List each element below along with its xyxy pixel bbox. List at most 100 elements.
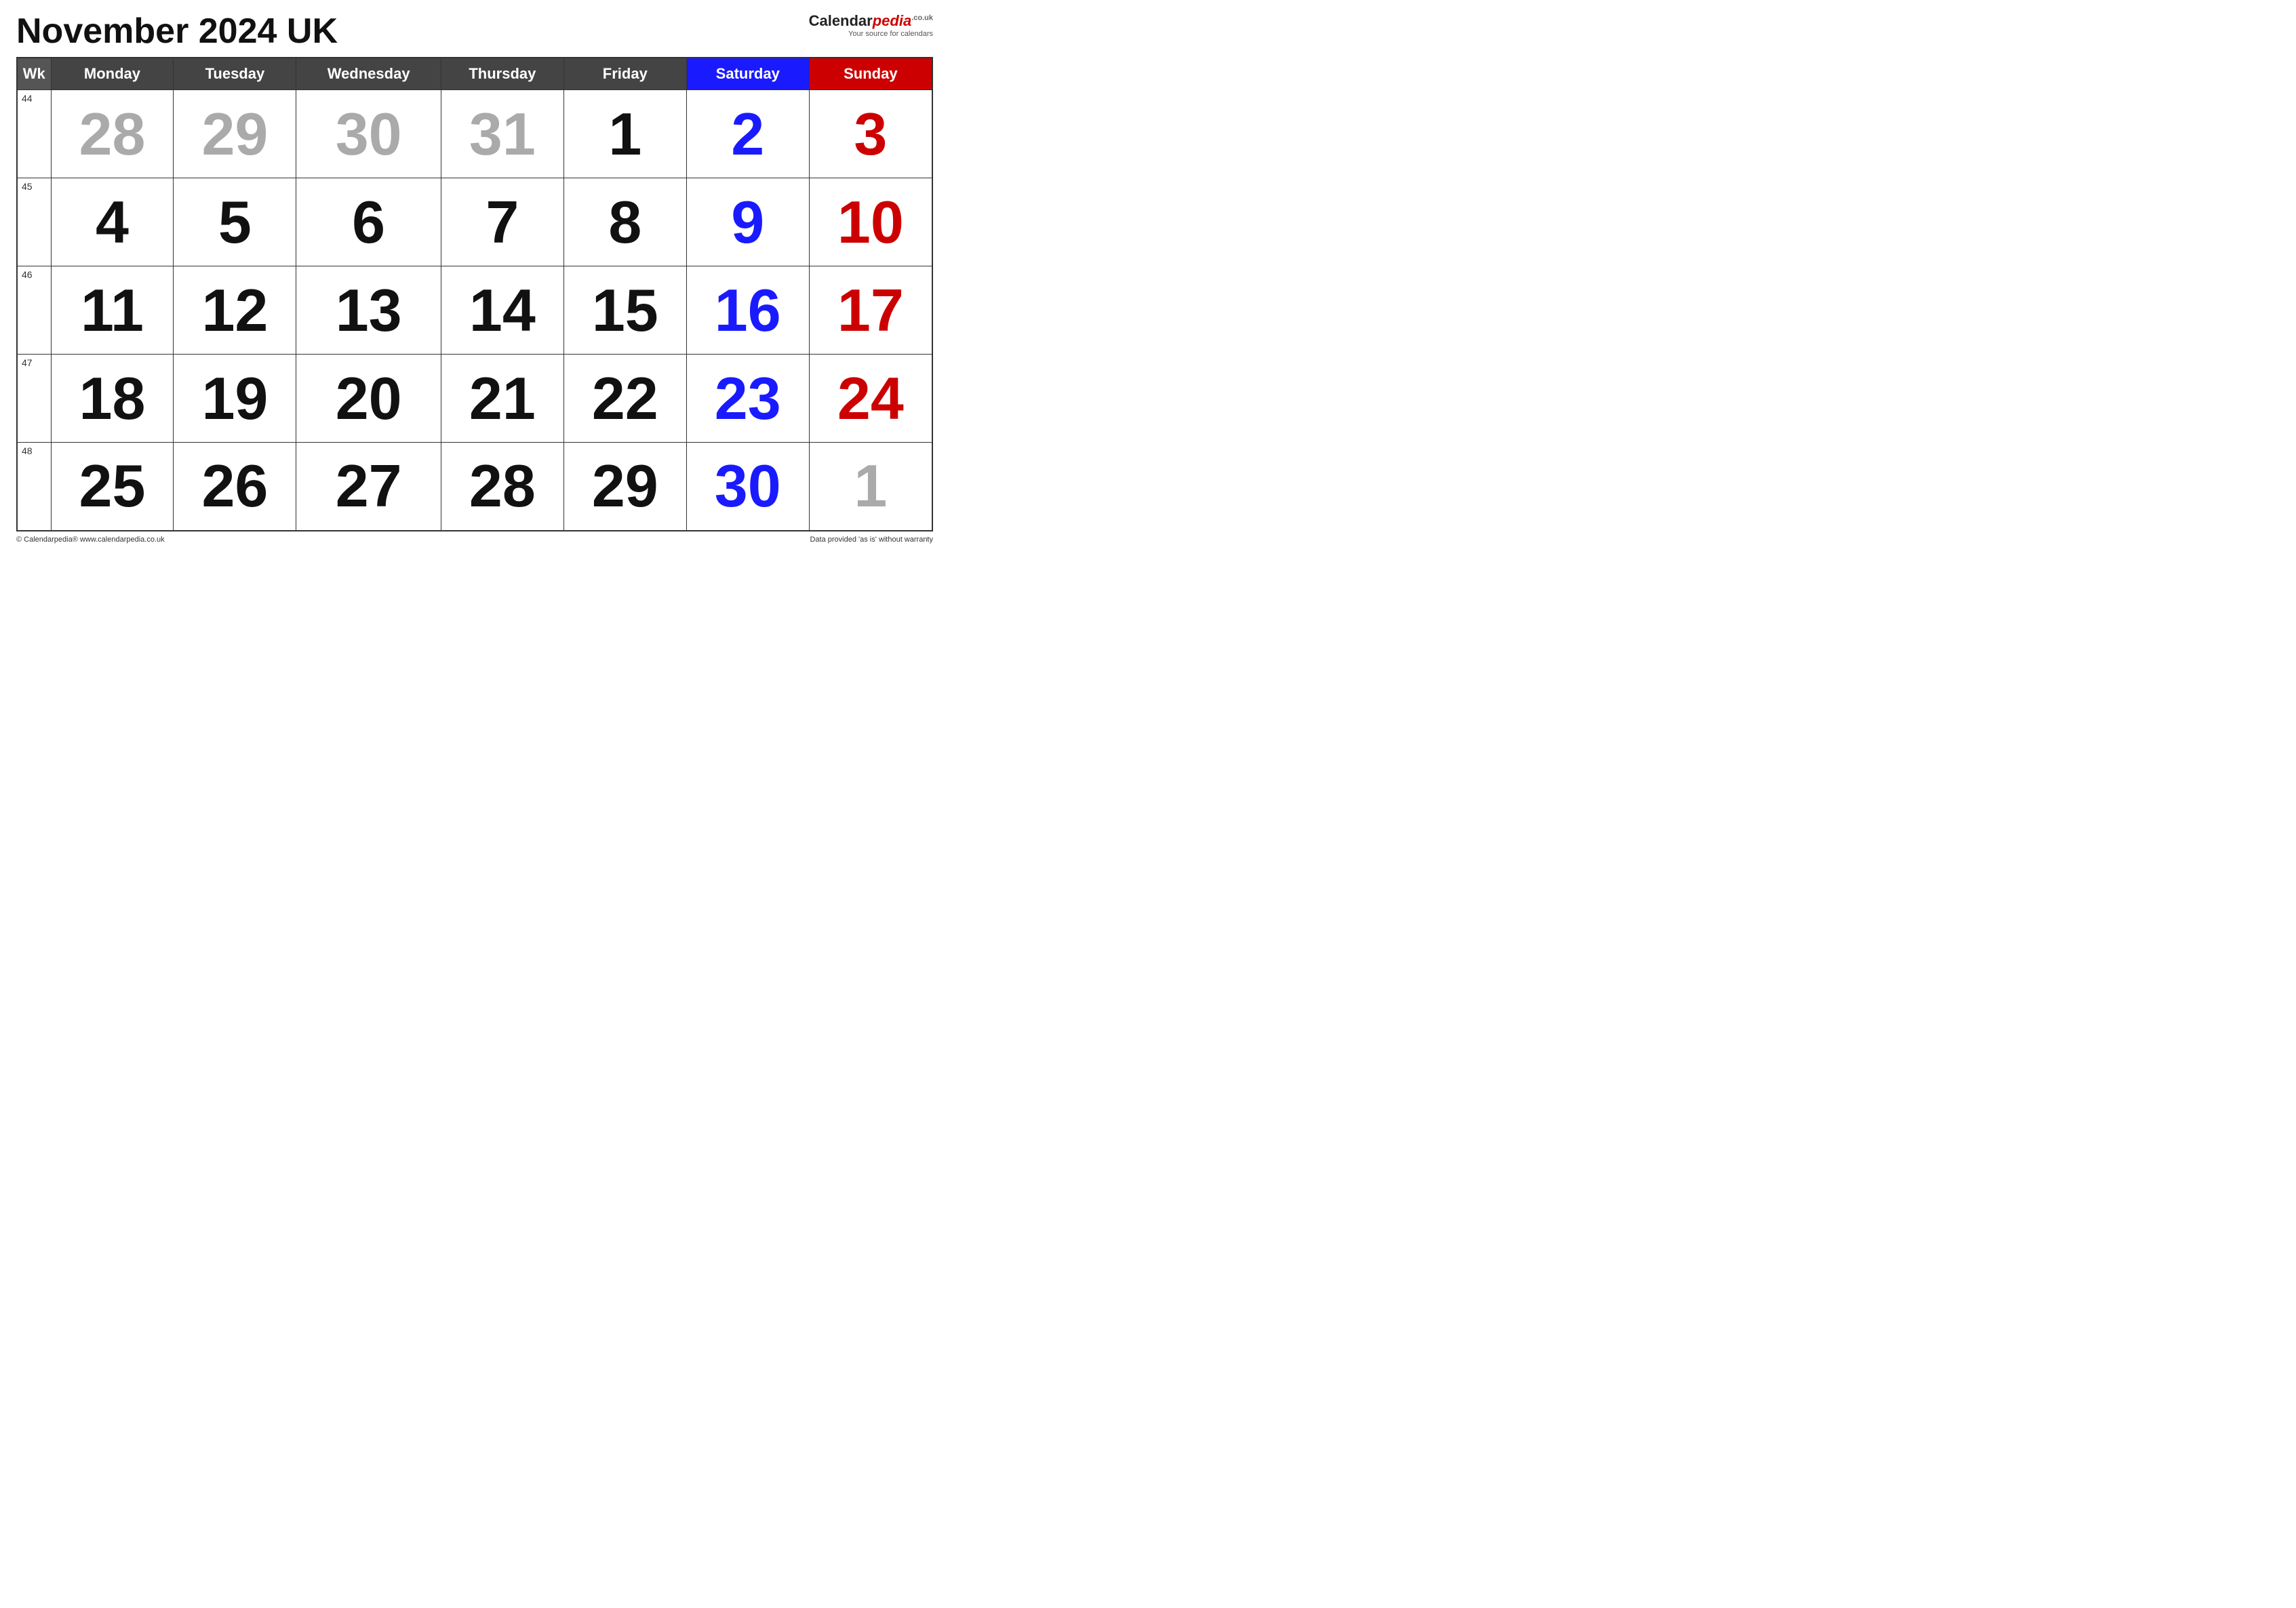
col-header-sunday: Sunday	[809, 58, 932, 90]
day-number: 3	[814, 93, 928, 175]
col-header-monday: Monday	[51, 58, 174, 90]
day-number: 24	[814, 357, 928, 439]
day-cell[interactable]: 14	[441, 266, 563, 355]
day-cell[interactable]: 25	[51, 443, 174, 531]
day-cell[interactable]: 8	[563, 178, 686, 266]
day-number: 26	[178, 445, 292, 527]
day-cell[interactable]: 28	[51, 90, 174, 178]
week-number: 46	[17, 266, 51, 355]
day-number: 22	[568, 357, 682, 439]
day-cell[interactable]: 23	[686, 355, 809, 443]
day-cell[interactable]: 18	[51, 355, 174, 443]
day-number: 2	[691, 93, 805, 175]
day-number: 29	[178, 93, 292, 175]
day-number: 29	[568, 445, 682, 527]
day-number: 17	[814, 269, 928, 351]
logo-couk: .co.uk	[911, 14, 933, 22]
day-cell[interactable]: 30	[296, 90, 441, 178]
day-number: 1	[568, 93, 682, 175]
day-number: 19	[178, 357, 292, 439]
day-number: 1	[814, 445, 928, 527]
day-cell[interactable]: 1	[809, 443, 932, 531]
day-number: 28	[56, 93, 170, 175]
day-cell[interactable]: 3	[809, 90, 932, 178]
day-cell[interactable]: 7	[441, 178, 563, 266]
day-cell[interactable]: 22	[563, 355, 686, 443]
day-number: 14	[446, 269, 559, 351]
footer-left: © Calendarpedia® www.calendarpedia.co.uk	[16, 536, 165, 544]
page-title: November 2024 UK	[16, 14, 338, 49]
day-number: 11	[56, 269, 170, 351]
day-cell[interactable]: 6	[296, 178, 441, 266]
footer-right: Data provided 'as is' without warranty	[810, 536, 933, 544]
day-cell[interactable]: 9	[686, 178, 809, 266]
day-number: 9	[691, 181, 805, 263]
day-number: 8	[568, 181, 682, 263]
logo-brand: Calendar	[809, 12, 873, 29]
day-number: 25	[56, 445, 170, 527]
day-number: 13	[300, 269, 437, 351]
day-cell[interactable]: 24	[809, 355, 932, 443]
week-number: 48	[17, 443, 51, 531]
day-number: 12	[178, 269, 292, 351]
day-cell[interactable]: 11	[51, 266, 174, 355]
week-row: 4611121314151617	[17, 266, 932, 355]
day-cell[interactable]: 17	[809, 266, 932, 355]
week-number: 45	[17, 178, 51, 266]
day-number: 10	[814, 181, 928, 263]
week-row: 4428293031123	[17, 90, 932, 178]
page-header: November 2024 UK Calendarpedia.co.uk You…	[16, 14, 933, 49]
day-cell[interactable]: 28	[441, 443, 563, 531]
day-cell[interactable]: 13	[296, 266, 441, 355]
day-cell[interactable]: 21	[441, 355, 563, 443]
day-number: 6	[300, 181, 437, 263]
day-cell[interactable]: 26	[174, 443, 296, 531]
day-number: 28	[446, 445, 559, 527]
col-header-tuesday: Tuesday	[174, 58, 296, 90]
day-cell[interactable]: 31	[441, 90, 563, 178]
day-number: 21	[446, 357, 559, 439]
day-cell[interactable]: 29	[174, 90, 296, 178]
day-cell[interactable]: 2	[686, 90, 809, 178]
week-number: 47	[17, 355, 51, 443]
day-cell[interactable]: 5	[174, 178, 296, 266]
calendar-table: WkMondayTuesdayWednesdayThursdayFridaySa…	[16, 57, 933, 531]
day-number: 23	[691, 357, 805, 439]
day-number: 27	[300, 445, 437, 527]
col-header-wednesday: Wednesday	[296, 58, 441, 90]
day-number: 18	[56, 357, 170, 439]
col-header-friday: Friday	[563, 58, 686, 90]
day-number: 7	[446, 181, 559, 263]
week-row: 4718192021222324	[17, 355, 932, 443]
day-number: 4	[56, 181, 170, 263]
logo-pedia: pedia	[873, 12, 911, 29]
header-row: WkMondayTuesdayWednesdayThursdayFridaySa…	[17, 58, 932, 90]
day-cell[interactable]: 19	[174, 355, 296, 443]
day-cell[interactable]: 4	[51, 178, 174, 266]
col-header-thursday: Thursday	[441, 58, 563, 90]
week-row: 482526272829301	[17, 443, 932, 531]
logo: Calendarpedia.co.uk Your source for cale…	[809, 14, 933, 38]
day-cell[interactable]: 1	[563, 90, 686, 178]
day-cell[interactable]: 29	[563, 443, 686, 531]
day-number: 5	[178, 181, 292, 263]
day-cell[interactable]: 20	[296, 355, 441, 443]
logo-subtitle: Your source for calendars	[809, 30, 933, 38]
day-cell[interactable]: 10	[809, 178, 932, 266]
day-number: 30	[691, 445, 805, 527]
day-number: 31	[446, 93, 559, 175]
day-number: 16	[691, 269, 805, 351]
day-cell[interactable]: 16	[686, 266, 809, 355]
day-cell[interactable]: 30	[686, 443, 809, 531]
col-header-saturday: Saturday	[686, 58, 809, 90]
day-number: 15	[568, 269, 682, 351]
day-cell[interactable]: 15	[563, 266, 686, 355]
day-cell[interactable]: 27	[296, 443, 441, 531]
col-header-wk: Wk	[17, 58, 51, 90]
day-number: 30	[300, 93, 437, 175]
week-number: 44	[17, 90, 51, 178]
day-cell[interactable]: 12	[174, 266, 296, 355]
footer: © Calendarpedia® www.calendarpedia.co.uk…	[16, 536, 933, 544]
logo-text: Calendarpedia.co.uk	[809, 14, 933, 28]
week-row: 4545678910	[17, 178, 932, 266]
